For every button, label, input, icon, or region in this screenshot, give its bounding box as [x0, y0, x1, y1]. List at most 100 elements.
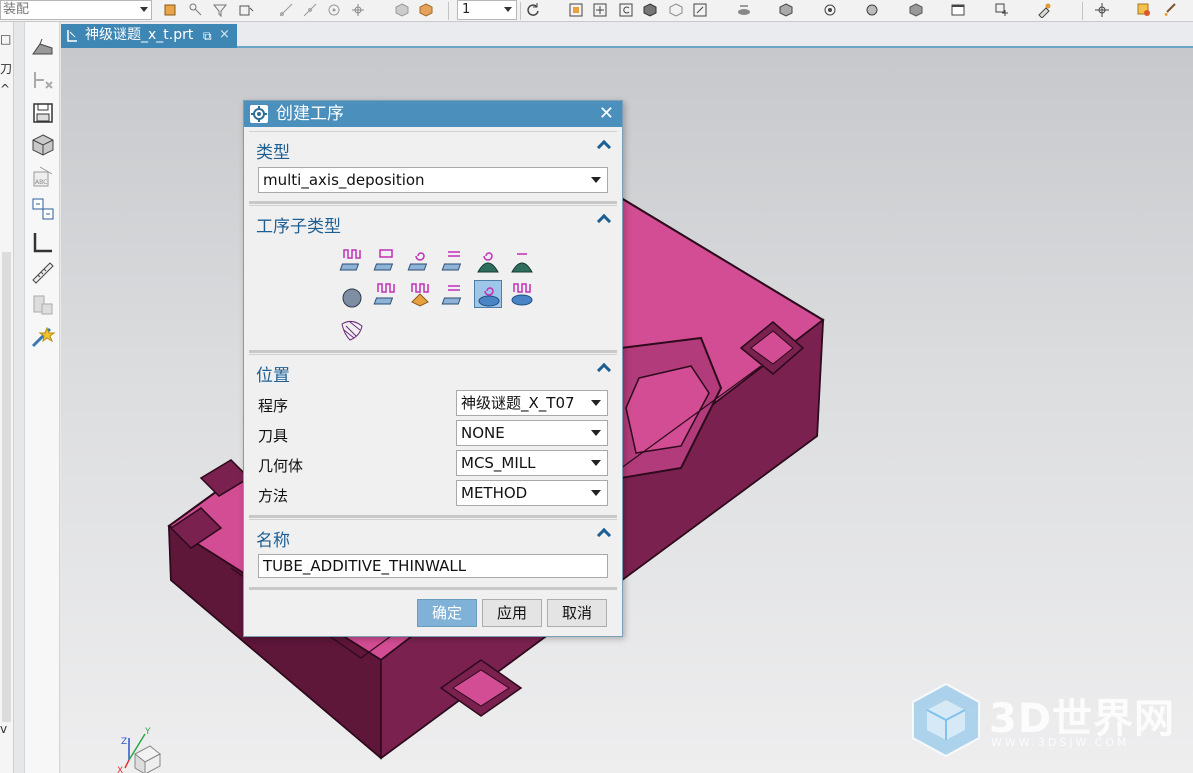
snap-settings-icon[interactable]: [1094, 2, 1110, 18]
assembly-icon[interactable]: [418, 2, 434, 18]
feature-deposition-icon[interactable]: [406, 280, 434, 308]
caret-down-icon[interactable]: v: [0, 722, 7, 736]
chevron-down-icon: [591, 460, 601, 466]
part-navigator-icon[interactable]: [30, 132, 56, 158]
collapse-type-section-icon[interactable]: [597, 138, 611, 152]
section-divider: [249, 587, 617, 590]
document-tab-strip: 神级谜题_x_t.prt ⧉ ×: [61, 22, 1193, 48]
chevron-down-icon: [591, 400, 601, 406]
snap-center-icon[interactable]: [326, 2, 342, 18]
section-divider: [249, 515, 617, 518]
paint-icon[interactable]: [1036, 2, 1052, 19]
dome-contour-deposition-icon[interactable]: [508, 246, 536, 274]
snap-quadrant-icon[interactable]: [350, 2, 366, 18]
dome-spiral-deposition-icon[interactable]: [474, 246, 502, 274]
assembly-feature-icon[interactable]: [1136, 2, 1152, 18]
orient-view-icon[interactable]: [692, 2, 708, 18]
tool-label: 刀具: [258, 427, 289, 445]
layer-settings-icon[interactable]: [822, 2, 838, 18]
tube-additive-deposition-icon[interactable]: [508, 280, 536, 308]
section-view-icon[interactable]: [736, 2, 752, 18]
layer-dropdown[interactable]: 1: [457, 0, 517, 20]
graphics-window[interactable]: 3D世界网 WWW.3DSJW.COM Z Y X: [61, 48, 1193, 773]
system-materials-icon[interactable]: [30, 324, 56, 350]
select-component-icon[interactable]: [162, 2, 178, 18]
add-object-icon[interactable]: [994, 2, 1010, 18]
program-dropdown[interactable]: 神级谜题_X_T07: [456, 390, 608, 416]
tube-thinwall-deposition-icon[interactable]: [474, 280, 502, 308]
collapse-subtype-section-icon[interactable]: [597, 212, 611, 226]
chevron-down-icon: [591, 490, 601, 496]
refresh-icon[interactable]: [525, 2, 541, 18]
window-icon[interactable]: [950, 2, 966, 18]
location-section-title: 位置: [256, 366, 290, 386]
hd3d-tools-icon[interactable]: [30, 196, 56, 222]
edit-object-icon[interactable]: [908, 2, 924, 18]
selection-filter-dropdown[interactable]: 装配: [0, 0, 152, 20]
apply-button[interactable]: 应用: [482, 599, 542, 627]
machine-tool-navigator-icon[interactable]: [30, 68, 56, 94]
chevron-down-icon: [591, 430, 601, 436]
brush-icon[interactable]: [1162, 2, 1178, 18]
roles-icon[interactable]: [30, 230, 56, 256]
visibility-settings-icon[interactable]: [864, 2, 880, 18]
type-section-title: 类型: [256, 143, 290, 163]
program-label: 程序: [258, 397, 289, 415]
measure-ruler-icon[interactable]: [30, 260, 56, 286]
save-icon[interactable]: [30, 100, 56, 126]
rotate-icon[interactable]: [618, 2, 634, 18]
wireframe-cube-icon[interactable]: [668, 2, 684, 18]
section-divider: [249, 350, 617, 353]
history-icon[interactable]: [30, 292, 56, 318]
shaded-cube-icon[interactable]: [642, 2, 658, 18]
solid-body-icon[interactable]: [778, 2, 794, 18]
tab-part-file[interactable]: 神级谜题_x_t.prt ⧉ ×: [61, 24, 237, 48]
planar-offset-deposition-icon[interactable]: [372, 246, 400, 274]
zoom-icon[interactable]: [592, 2, 608, 18]
filter-icon[interactable]: [212, 2, 228, 18]
variable-zigzag-deposition-icon[interactable]: [372, 280, 400, 308]
navigator-panel-collapsed: □ 刀 ^ v: [0, 22, 14, 773]
name-section: 名称 TUBE_ADDITIVE_THINWALL: [249, 519, 617, 587]
surface-contour-deposition-icon[interactable]: [440, 280, 468, 308]
operation-name-input[interactable]: TUBE_ADDITIVE_THINWALL: [258, 554, 608, 578]
snap-point-icon[interactable]: [188, 2, 204, 18]
planar-contour-deposition-icon[interactable]: [440, 246, 468, 274]
method-dropdown[interactable]: METHOD: [456, 480, 608, 506]
cancel-button[interactable]: 取消: [547, 599, 607, 627]
collapse-location-section-icon[interactable]: [597, 361, 611, 375]
close-icon[interactable]: ✕: [599, 101, 614, 127]
panel-glyph-tool: 刀: [0, 62, 13, 76]
create-operation-dialog: 创建工序 ✕ 类型 multi_axis_deposition 工序子类型 位置…: [243, 100, 623, 637]
ok-button[interactable]: 确定: [417, 599, 477, 627]
method-value: METHOD: [461, 484, 528, 502]
detach-tab-icon[interactable]: ⧉: [203, 25, 212, 47]
program-value: 神级谜题_X_T07: [461, 394, 575, 412]
chevron-down-icon: [504, 7, 512, 12]
snap-endpoint-icon[interactable]: [278, 2, 294, 18]
caret-up-icon[interactable]: ^: [0, 82, 10, 96]
close-tab-icon[interactable]: ×: [219, 24, 230, 46]
tool-value: NONE: [461, 424, 505, 442]
watermark-cube-logo: [912, 682, 980, 758]
fit-view-icon[interactable]: [568, 2, 584, 18]
panel-glyph-box: □: [0, 32, 12, 46]
view-cube-icon[interactable]: [394, 2, 410, 18]
geometry-dropdown[interactable]: MCS_MILL: [456, 450, 608, 476]
planar-spiral-deposition-icon[interactable]: [406, 246, 434, 274]
snap-midpoint-icon[interactable]: [302, 2, 318, 18]
planar-zigzag-deposition-icon[interactable]: [338, 246, 366, 274]
dialog-title-bar[interactable]: 创建工序 ✕: [244, 101, 622, 127]
select-feature-icon[interactable]: [238, 2, 254, 18]
panel-scrollbar[interactable]: [2, 252, 11, 722]
operation-navigator-icon[interactable]: [30, 36, 56, 62]
svg-text:ABC: ABC: [35, 179, 47, 186]
tool-dropdown[interactable]: NONE: [456, 420, 608, 446]
collapse-name-section-icon[interactable]: [597, 526, 611, 540]
type-dropdown[interactable]: multi_axis_deposition: [258, 167, 608, 193]
sphere-deposition-icon[interactable]: [338, 280, 366, 308]
mesh-deposition-icon[interactable]: [338, 314, 366, 342]
reuse-library-icon[interactable]: ABC: [30, 164, 56, 190]
triad-z-label: Z: [121, 737, 127, 747]
chevron-down-icon: [140, 7, 148, 12]
